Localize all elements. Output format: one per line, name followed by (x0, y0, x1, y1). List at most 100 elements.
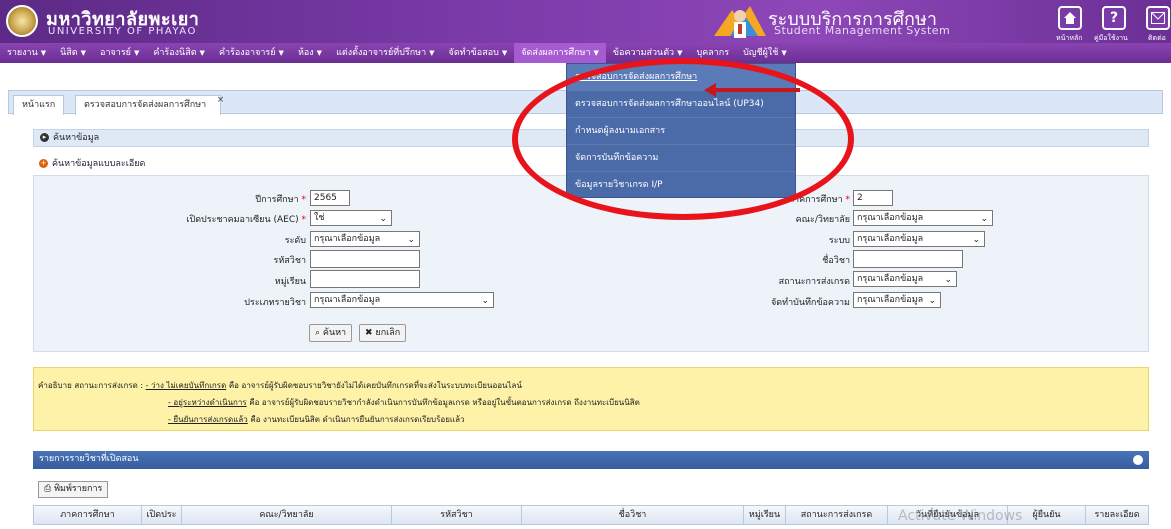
aec-label: เปิดประชาคมอาเซียน (AEC) * (186, 215, 306, 225)
memo-label: จัดทำบันทึกข้อความ (771, 298, 850, 308)
system-select[interactable]: กรุณาเลือกข้อมูล ⌄ (853, 231, 985, 247)
cancel-button[interactable]: ✖ ยกเลิก (359, 324, 407, 342)
semester-input[interactable]: 2 (853, 190, 893, 206)
chevron-down-icon: ⌄ (481, 296, 489, 306)
faculty-select[interactable]: กรุณาเลือกข้อมูล ⌄ (853, 210, 993, 226)
chevron-down-icon: ▼ (80, 49, 87, 57)
menu-report[interactable]: รายงาน ▼ (0, 43, 53, 63)
print-list-button[interactable]: ⎙ พิมพ์รายการ (38, 481, 109, 498)
chevron-down-icon: ▼ (501, 49, 508, 57)
year-input[interactable]: 2565 (310, 190, 350, 206)
col-semester[interactable]: ภาคการศึกษา (34, 506, 142, 525)
memo-select[interactable]: กรุณาเลือกข้อมูล ⌄ (853, 292, 941, 308)
menu-teacher-request[interactable]: คำร้องอาจารย์ ▼ (212, 43, 291, 63)
menu-student[interactable]: นิสิต ▼ (53, 43, 93, 63)
course-code-input[interactable] (310, 250, 420, 268)
tab-home[interactable]: หน้าแรก (13, 95, 65, 115)
course-type-select[interactable]: กรุณาเลือกข้อมูล ⌄ (310, 292, 494, 308)
system-label: ระบบ (828, 236, 850, 246)
chevron-down-icon: ⌄ (379, 214, 387, 224)
col-open[interactable]: เปิดประ (142, 506, 182, 525)
legend-key-confirmed: - ยืนยันการส่งเกรดแล้ว (168, 415, 248, 424)
chevron-down-icon: ⌄ (944, 275, 952, 285)
col-section[interactable]: หมู่เรียน (744, 506, 786, 525)
legend-text-confirmed: คือ งานทะเบียนนิสิต ดำเนินการยืนยันการส่… (250, 415, 465, 424)
menu-student-request[interactable]: คำร้องนิสิต ▼ (146, 43, 212, 63)
chevron-down-icon: ▼ (677, 49, 683, 57)
grade-status-select[interactable]: กรุณาเลือกข้อมูล ⌄ (853, 271, 957, 287)
course-name-label: ชื่อวิชา (822, 256, 850, 266)
menu-exam[interactable]: จัดทำข้อสอบ ▼ (442, 43, 515, 63)
app-header: มหาวิทยาลัยพะเยา UNIVERSITY OF PHAYAO ระ… (0, 0, 1171, 43)
legend-key-in-progress: - อยู่ระหว่างดำเนินการ (168, 398, 247, 407)
main-menu: รายงาน ▼ นิสิต ▼ อาจารย์ ▼ คำร้องนิสิต ▼ คำร… (0, 43, 1171, 63)
collapse-icon: ▸ (40, 133, 49, 142)
level-label: ระดับ (284, 236, 306, 246)
faculty-label: คณะ/วิทยาลัย (795, 215, 850, 225)
mail-icon (1151, 12, 1165, 24)
tab-grade-check[interactable]: ตรวจสอบการจัดส่งผลการศึกษา × (75, 95, 224, 115)
menu-room[interactable]: ห้อง ▼ (291, 43, 329, 63)
year-label: ปีการศึกษา * (255, 195, 306, 205)
search-panel-title: ค้นหาข้อมูล (53, 133, 100, 143)
university-name-en: UNIVERSITY OF PHAYAO (48, 26, 197, 37)
menu-account[interactable]: บัญชีผู้ใช้ ▼ (736, 43, 794, 63)
level-select[interactable]: กรุณาเลือกข้อมูล ⌄ (310, 231, 420, 247)
chevron-down-icon: ▼ (278, 49, 284, 57)
search-button[interactable]: ⌕ ค้นหา (309, 324, 353, 342)
expand-icon: + (39, 159, 48, 168)
grade-status-legend: คำอธิบาย สถานะการส่งเกรด : - ว่าง ไม่เคย… (33, 367, 1149, 431)
system-title-en: Student Management System (774, 24, 951, 37)
close-icon: ✖ (365, 328, 373, 338)
grade-status-label: สถานะการส่งเกรด (778, 277, 850, 287)
help-icon: ? (1109, 10, 1119, 26)
col-faculty[interactable]: คณะ/วิทยาลัย (182, 506, 392, 525)
home-icon (1064, 12, 1076, 24)
chevron-down-icon: ⌄ (407, 235, 415, 245)
system-logo-icon (714, 6, 766, 38)
col-course-code[interactable]: รหัสวิชา (392, 506, 522, 525)
close-icon[interactable]: × (217, 91, 225, 109)
section-label: หมู่เรียน (274, 277, 306, 287)
arrow-head-icon (704, 83, 716, 97)
legend-key-empty: - ว่าง ไม่เคยบันทึกเกรด (145, 381, 227, 390)
help-button[interactable]: ? (1102, 6, 1126, 30)
chevron-down-icon: ▼ (593, 49, 599, 57)
section-input[interactable] (310, 270, 420, 288)
highlight-arrow (714, 88, 800, 92)
collapse-icon[interactable] (1133, 455, 1143, 465)
printer-icon: ⎙ (44, 484, 52, 494)
legend-text-in-progress: คือ อาจารย์ผู้รับผิดชอบรายวิชากำลังดำเนิ… (249, 398, 640, 407)
chevron-down-icon: ⌄ (928, 296, 936, 306)
chevron-down-icon: ▼ (40, 49, 47, 57)
course-code-label: รหัสวิชา (273, 256, 306, 266)
col-detail[interactable]: รายละเอียด (1086, 506, 1148, 525)
search-icon: ⌕ (315, 328, 321, 338)
chevron-down-icon: ▼ (316, 49, 323, 57)
aec-select[interactable]: ใช่ ⌄ (310, 210, 392, 226)
course-type-label: ประเภทรายวิชา (244, 298, 306, 308)
menu-advisor[interactable]: แต่งตั้งอาจารย์ที่ปรึกษา ▼ (329, 43, 441, 63)
chevron-down-icon: ⌄ (980, 214, 988, 224)
highlight-ellipse (512, 58, 854, 220)
tab-grade-check-label: ตรวจสอบการจัดส่งผลการศึกษา (84, 100, 207, 110)
chevron-down-icon: ▼ (429, 49, 435, 57)
advanced-search-title: ค้นหาข้อมูลแบบละเอียด (52, 159, 146, 169)
results-title: รายการรายวิชาที่เปิดสอน (39, 454, 139, 464)
chevron-down-icon: ▼ (199, 49, 205, 57)
results-panel-header: รายการรายวิชาที่เปิดสอน (33, 451, 1149, 469)
col-grade-status[interactable]: สถานะการส่งเกรด (786, 506, 888, 525)
menu-grade-submission[interactable]: จัดส่งผลการศึกษา ▼ (514, 43, 606, 63)
contact-button[interactable] (1146, 6, 1170, 30)
legend-intro: คำอธิบาย สถานะการส่งเกรด : (38, 381, 144, 390)
course-name-input[interactable] (853, 250, 963, 268)
chevron-down-icon: ▼ (133, 49, 140, 57)
chevron-down-icon: ⌄ (972, 235, 980, 245)
legend-text-empty: คือ อาจารย์ผู้รับผิดชอบรายวิชายังไม่ได้เ… (228, 381, 522, 390)
chevron-down-icon: ▼ (781, 49, 787, 57)
university-logo (6, 5, 38, 37)
col-course-name[interactable]: ชื่อวิชา (522, 506, 744, 525)
activation-watermark: Activate Windows (898, 508, 1023, 524)
menu-teacher[interactable]: อาจารย์ ▼ (93, 43, 146, 63)
home-button[interactable] (1058, 6, 1082, 30)
